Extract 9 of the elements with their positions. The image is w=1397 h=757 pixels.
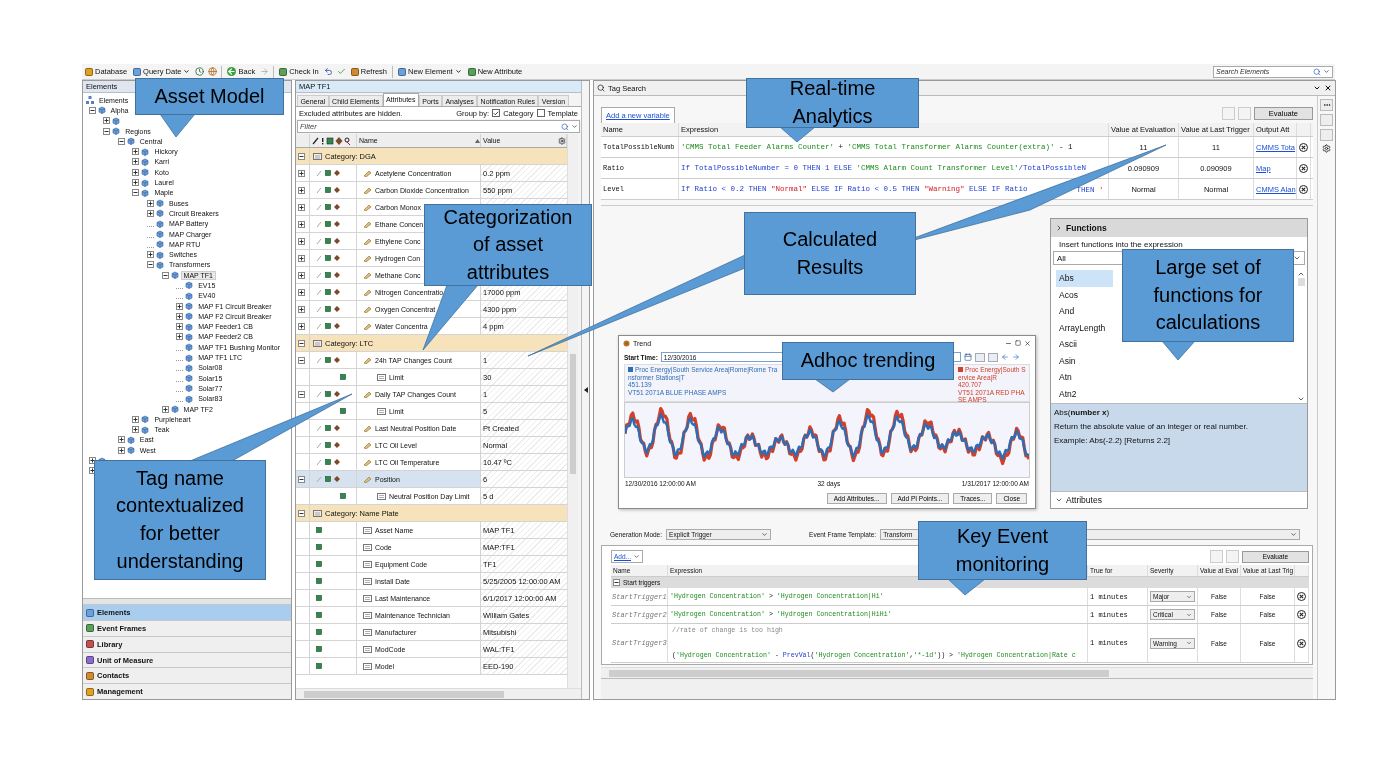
- callout-tooltip: Tag name contextualized for better understanding: [94, 460, 266, 580]
- section-title: Functions: [1066, 223, 1107, 233]
- hint-text: Insert functions into the expression: [1059, 239, 1183, 249]
- function-description: Return the absolute value of an integer or real number.: [1054, 422, 1249, 431]
- callout-tooltip: Calculated Results: [744, 212, 916, 295]
- function-signature: Abs(number x): [1054, 408, 1111, 417]
- callout-tooltip: Large set of functions for calculations: [1122, 249, 1294, 342]
- function-example: Example: Abs(-2.2) [Returns 2.2]: [1054, 436, 1172, 445]
- section-title: Attributes: [1066, 495, 1102, 505]
